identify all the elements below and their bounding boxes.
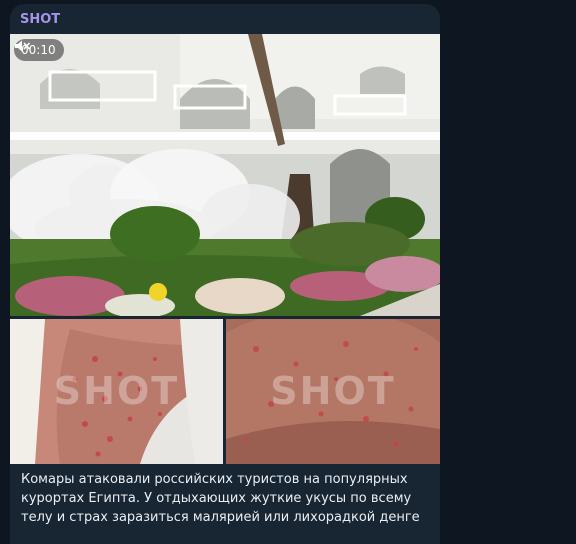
channel-name[interactable]: SHOT — [20, 12, 60, 27]
message-bubble[interactable]: SHOT 00:10 SHOT SHOT Комары атаковали ро… — [10, 4, 440, 544]
speaker-muted-icon[interactable] — [14, 39, 30, 53]
video-frame — [10, 34, 440, 316]
video-duration-badge[interactable]: 00:10 — [14, 39, 64, 61]
message-text: Комары атаковали российских туристов на … — [21, 472, 420, 525]
video-player[interactable]: 00:10 — [10, 34, 440, 316]
photo-watermark: SHOT — [53, 369, 180, 413]
photo-skin-bites[interactable]: SHOT — [226, 319, 440, 464]
photo-watermark: SHOT — [270, 369, 396, 413]
photo-arm-bites[interactable]: SHOT — [10, 319, 223, 464]
